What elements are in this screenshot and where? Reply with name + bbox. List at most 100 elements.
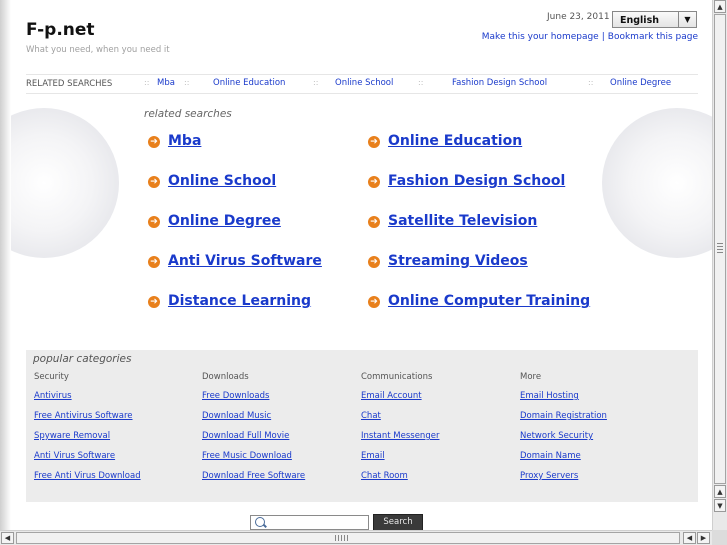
- category-link[interactable]: Network Security: [520, 431, 607, 451]
- language-value: English: [620, 15, 659, 26]
- decorative-orb-left: [11, 108, 119, 258]
- top-links-separator: |: [601, 32, 605, 42]
- language-select[interactable]: English ▼: [612, 11, 697, 28]
- category-link[interactable]: Anti Virus Software: [34, 451, 141, 471]
- category-column: Downloads Free Downloads Download Music …: [202, 372, 305, 491]
- category-column: More Email Hosting Domain Registration N…: [520, 372, 607, 491]
- related-bar-link[interactable]: Online Education: [213, 78, 285, 88]
- category-title: Security: [34, 372, 69, 382]
- circle-arrow-right-icon: ➔: [148, 136, 160, 148]
- scroll-up-icon[interactable]: ▲: [714, 485, 726, 498]
- category-link[interactable]: Download Music: [202, 411, 305, 431]
- popular-categories-heading: popular categories: [33, 353, 132, 365]
- related-link-label: Anti Virus Software: [168, 253, 322, 269]
- scroll-left-icon[interactable]: ◀: [1, 532, 14, 544]
- related-link[interactable]: ➔ Mba: [148, 133, 201, 149]
- related-link[interactable]: ➔ Fashion Design School: [368, 173, 565, 189]
- circle-arrow-right-icon: ➔: [368, 256, 380, 268]
- related-link-label: Satellite Television: [388, 213, 538, 229]
- category-link[interactable]: Free Downloads: [202, 391, 305, 411]
- search-input[interactable]: [250, 515, 369, 530]
- category-title: Downloads: [202, 372, 249, 382]
- bookmark-link[interactable]: Bookmark this page: [608, 32, 698, 42]
- popular-categories-panel: popular categories Security Antivirus Fr…: [26, 350, 698, 502]
- related-bar-link[interactable]: Mba: [157, 78, 175, 88]
- bar-separator: ::: [144, 78, 150, 87]
- make-homepage-link[interactable]: Make this your homepage: [482, 32, 599, 42]
- category-link[interactable]: Download Full Movie: [202, 431, 305, 451]
- category-link[interactable]: Email Hosting: [520, 391, 607, 411]
- circle-arrow-right-icon: ➔: [368, 216, 380, 228]
- related-bar-link[interactable]: Fashion Design School: [452, 78, 547, 88]
- category-link[interactable]: Proxy Servers: [520, 471, 607, 491]
- vertical-scroll-thumb[interactable]: [714, 14, 726, 484]
- bar-separator: ::: [184, 78, 190, 87]
- triangle-down-icon[interactable]: ▼: [678, 12, 696, 27]
- related-bar-link[interactable]: Online Degree: [610, 78, 671, 88]
- category-column: Communications Email Account Chat Instan…: [361, 372, 439, 491]
- category-title: Communications: [361, 372, 433, 382]
- category-link[interactable]: Free Music Download: [202, 451, 305, 471]
- circle-arrow-right-icon: ➔: [148, 176, 160, 188]
- circle-arrow-right-icon: ➔: [368, 296, 380, 308]
- category-link[interactable]: Domain Registration: [520, 411, 607, 431]
- circle-arrow-right-icon: ➔: [368, 136, 380, 148]
- scroll-up-icon[interactable]: ▲: [714, 0, 726, 13]
- horizontal-scrollbar[interactable]: ◀ ◀ ▶: [0, 530, 712, 545]
- grip-icon: [717, 243, 723, 253]
- related-link[interactable]: ➔ Online Education: [368, 133, 522, 149]
- category-link[interactable]: Free Anti Virus Download: [34, 471, 141, 491]
- category-link[interactable]: Free Antivirus Software: [34, 411, 141, 431]
- related-link[interactable]: ➔ Online Computer Training: [368, 293, 590, 309]
- category-link[interactable]: Chat: [361, 411, 439, 431]
- related-link-label: Online Degree: [168, 213, 281, 229]
- site-logo[interactable]: F-p.net: [26, 20, 95, 40]
- related-bar-link[interactable]: Online School: [335, 78, 393, 88]
- magnifier-icon: [255, 517, 265, 527]
- scroll-left-icon[interactable]: ◀: [683, 532, 696, 544]
- vertical-scrollbar[interactable]: ▲ ▲ ▼: [712, 0, 727, 530]
- category-column: Security Antivirus Free Antivirus Softwa…: [34, 372, 141, 491]
- related-link-label: Online School: [168, 173, 277, 189]
- circle-arrow-right-icon: ➔: [148, 216, 160, 228]
- related-link-label: Distance Learning: [168, 293, 312, 309]
- circle-arrow-right-icon: ➔: [148, 296, 160, 308]
- related-searches-heading: related searches: [144, 108, 232, 120]
- page: F-p.net What you need, when you need it …: [11, 0, 712, 530]
- circle-arrow-right-icon: ➔: [148, 256, 160, 268]
- related-link[interactable]: ➔ Online Degree: [148, 213, 281, 229]
- current-date: June 23, 2011: [547, 12, 610, 22]
- related-link[interactable]: ➔ Satellite Television: [368, 213, 537, 229]
- decorative-orb-right: [602, 108, 712, 258]
- site-tagline: What you need, when you need it: [26, 45, 170, 55]
- category-link[interactable]: Antivirus: [34, 391, 141, 411]
- search-button[interactable]: Search: [373, 514, 423, 530]
- category-link[interactable]: Domain Name: [520, 451, 607, 471]
- related-link[interactable]: ➔ Anti Virus Software: [148, 253, 322, 269]
- related-link-label: Fashion Design School: [388, 173, 566, 189]
- related-link[interactable]: ➔ Distance Learning: [148, 293, 311, 309]
- related-link-label: Online Computer Training: [388, 293, 591, 309]
- circle-arrow-right-icon: ➔: [368, 176, 380, 188]
- related-link-label: Online Education: [388, 133, 523, 149]
- bar-separator: ::: [418, 78, 424, 87]
- bar-separator: ::: [313, 78, 319, 87]
- category-link[interactable]: Spyware Removal: [34, 431, 141, 451]
- category-link[interactable]: Email: [361, 451, 439, 471]
- related-link-label: Streaming Videos: [388, 253, 528, 269]
- related-link[interactable]: ➔ Streaming Videos: [368, 253, 528, 269]
- scroll-down-icon[interactable]: ▼: [714, 499, 726, 512]
- category-link[interactable]: Chat Room: [361, 471, 439, 491]
- scrollbar-corner: [712, 530, 727, 545]
- related-link[interactable]: ➔ Online School: [148, 173, 276, 189]
- horizontal-scroll-thumb[interactable]: [16, 532, 680, 544]
- category-title: More: [520, 372, 542, 382]
- category-link[interactable]: Download Free Software: [202, 471, 305, 491]
- related-searches-bar: RELATED SEARCHES :: Mba :: Online Educat…: [26, 74, 698, 94]
- category-link[interactable]: Email Account: [361, 391, 439, 411]
- scroll-right-icon[interactable]: ▶: [697, 532, 710, 544]
- top-links: Make this your homepage | Bookmark this pa…: [482, 32, 698, 42]
- category-link[interactable]: Instant Messenger: [361, 431, 439, 451]
- grip-icon: [335, 535, 349, 541]
- related-bar-label: RELATED SEARCHES: [26, 79, 113, 89]
